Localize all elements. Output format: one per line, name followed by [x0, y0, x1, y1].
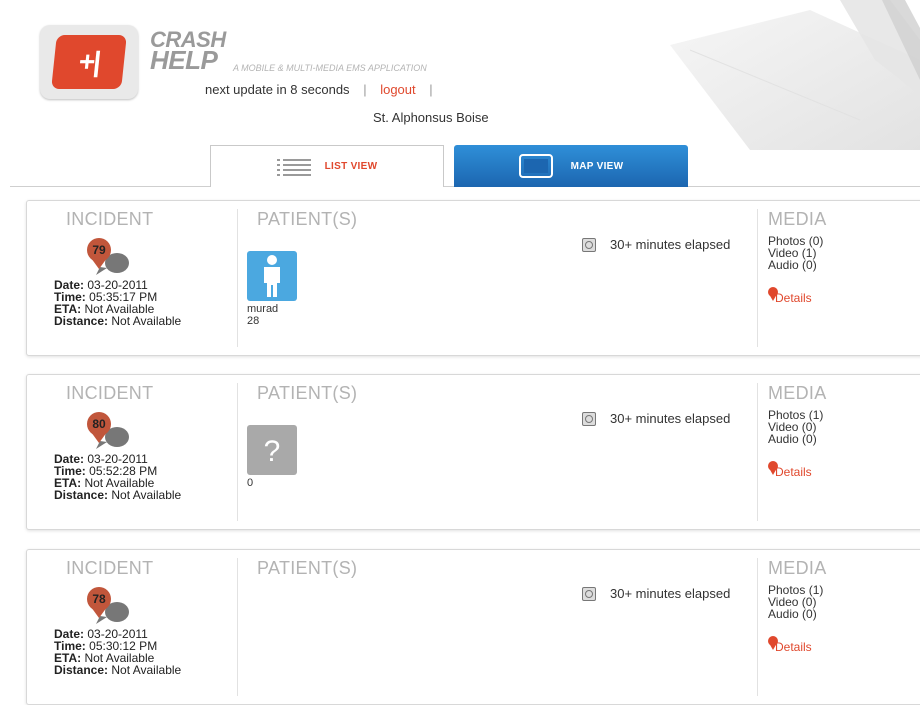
- elapsed-time: 30+ minutes elapsed: [582, 237, 730, 252]
- incident-pin-icon[interactable]: 79: [83, 237, 129, 277]
- incident-card[interactable]: INCIDENT PATIENT(S) MEDIA 80 Date: 03-20…: [26, 374, 920, 530]
- map-icon: [518, 154, 553, 178]
- brand-name: CRASH HELP: [150, 29, 226, 75]
- laptop-illustration: [670, 0, 920, 150]
- incident-number: 80: [92, 417, 106, 431]
- tab-map-label: MAP VIEW: [570, 160, 624, 172]
- update-row: next update in 8 seconds | logout |: [205, 82, 443, 97]
- details-link[interactable]: Details: [768, 636, 812, 654]
- incident-heading: INCIDENT: [66, 209, 154, 229]
- list-icon: [276, 158, 311, 176]
- distance-label: Distance:: [54, 314, 109, 328]
- column-divider: [237, 558, 238, 696]
- media-heading: MEDIA: [768, 558, 827, 578]
- elapsed-text: 30+ minutes elapsed: [610, 411, 731, 426]
- distance-label: Distance:: [54, 663, 109, 677]
- audio-count[interactable]: Audio (0): [768, 608, 823, 620]
- clock-icon: [582, 237, 596, 252]
- column-divider: [757, 558, 758, 696]
- unknown-patient-icon[interactable]: ?: [247, 425, 297, 475]
- patient-name: murad: [247, 303, 279, 315]
- elapsed-time: 30+ minutes elapsed: [582, 586, 730, 601]
- details-link[interactable]: Details: [768, 287, 812, 305]
- incident-distance: Not Available: [111, 314, 182, 328]
- tab-map-view[interactable]: MAP VIEW: [454, 145, 688, 187]
- patient-age: 28: [247, 315, 260, 327]
- audio-count[interactable]: Audio (0): [768, 259, 823, 271]
- logo-mark: +|: [51, 35, 127, 89]
- incident-info: Date: 03-20-2011 Time: 05:35:17 PM ETA: …: [54, 279, 181, 327]
- patient-info[interactable]: murad 28: [247, 303, 278, 327]
- app-logo[interactable]: +|: [40, 25, 138, 99]
- incident-heading: INCIDENT: [66, 558, 154, 578]
- patient-info[interactable]: 0: [247, 477, 253, 489]
- patient-age: 0: [247, 477, 254, 489]
- media-counts: Photos (1) Video (0) Audio (0): [768, 584, 823, 620]
- incident-card[interactable]: INCIDENT PATIENT(S) MEDIA 78 Date: 03-20…: [26, 549, 920, 705]
- brand-line2: HELP: [150, 45, 218, 75]
- map-pin-icon: [768, 461, 778, 475]
- media-heading: MEDIA: [768, 209, 827, 229]
- audio-count[interactable]: Audio (0): [768, 433, 823, 445]
- distance-label: Distance:: [54, 488, 109, 502]
- column-divider: [237, 383, 238, 521]
- incident-number: 79: [92, 243, 106, 257]
- separator: |: [363, 82, 367, 97]
- person-icon[interactable]: [247, 251, 297, 301]
- incident-distance: Not Available: [111, 663, 182, 677]
- media-heading: MEDIA: [768, 383, 827, 403]
- tagline: A MOBILE & MULTI-MEDIA EMS APPLICATION: [233, 63, 427, 73]
- separator: |: [429, 82, 433, 97]
- update-text: next update in 8 seconds: [205, 82, 350, 97]
- incident-pin-icon[interactable]: 78: [83, 586, 129, 626]
- tab-list-view[interactable]: LIST VIEW: [210, 145, 444, 187]
- patients-heading: PATIENT(S): [257, 383, 358, 403]
- details-link[interactable]: Details: [768, 461, 812, 479]
- incident-info: Date: 03-20-2011 Time: 05:52:28 PM ETA: …: [54, 453, 181, 501]
- incident-number: 78: [92, 592, 106, 606]
- incident-distance: Not Available: [111, 488, 182, 502]
- incident-pin-icon[interactable]: 80: [83, 411, 129, 451]
- logout-link[interactable]: logout: [380, 82, 415, 97]
- column-divider: [757, 383, 758, 521]
- tab-list-label: LIST VIEW: [324, 161, 378, 172]
- column-divider: [757, 209, 758, 347]
- map-pin-icon: [768, 636, 778, 650]
- incident-card[interactable]: INCIDENT PATIENT(S) MEDIA 79 Date: 03-20…: [26, 200, 920, 356]
- patients-heading: PATIENT(S): [257, 209, 358, 229]
- elapsed-text: 30+ minutes elapsed: [610, 586, 731, 601]
- incident-info: Date: 03-20-2011 Time: 05:30:12 PM ETA: …: [54, 628, 181, 676]
- clock-icon: [582, 411, 596, 426]
- column-divider: [237, 209, 238, 347]
- svg-text:?: ?: [264, 435, 281, 468]
- media-counts: Photos (0) Video (1) Audio (0): [768, 235, 823, 271]
- clock-icon: [582, 586, 596, 601]
- map-pin-icon: [768, 287, 778, 301]
- hospital-name: St. Alphonsus Boise: [373, 110, 489, 125]
- elapsed-text: 30+ minutes elapsed: [610, 237, 731, 252]
- patients-heading: PATIENT(S): [257, 558, 358, 578]
- elapsed-time: 30+ minutes elapsed: [582, 411, 730, 426]
- media-counts: Photos (1) Video (0) Audio (0): [768, 409, 823, 445]
- incident-heading: INCIDENT: [66, 383, 154, 403]
